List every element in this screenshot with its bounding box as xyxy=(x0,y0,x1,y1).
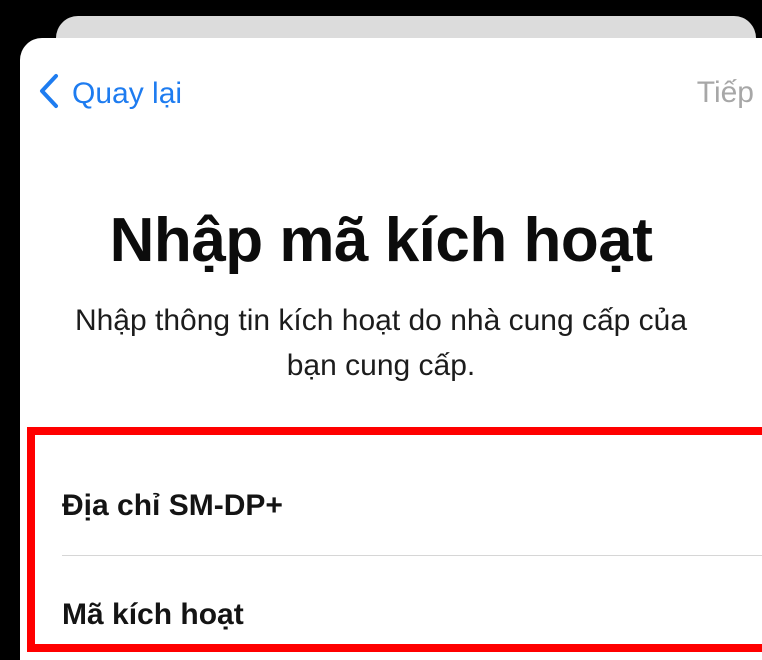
sm-dp-address-field[interactable]: Địa chỉ SM-DP+ xyxy=(62,489,283,523)
chevron-left-icon xyxy=(38,72,72,115)
screen: Quay lại Tiếp Nhập mã kích hoạt Nhập thô… xyxy=(0,0,762,660)
back-button[interactable]: Quay lại xyxy=(38,72,182,115)
page-subtitle: Nhập thông tin kích hoạt do nhà cung cấp… xyxy=(74,304,688,382)
activation-code-field[interactable]: Mã kích hoạt xyxy=(62,598,244,632)
page-title: Nhập mã kích hoạt xyxy=(109,206,653,275)
next-button[interactable]: Tiếp xyxy=(697,76,754,110)
back-button-label: Quay lại xyxy=(72,76,183,110)
divider xyxy=(62,555,762,556)
navigation-bar: Quay lại Tiếp xyxy=(38,72,762,116)
activation-form: Địa chỉ SM-DP+ Mã kích hoạt xyxy=(27,427,762,652)
